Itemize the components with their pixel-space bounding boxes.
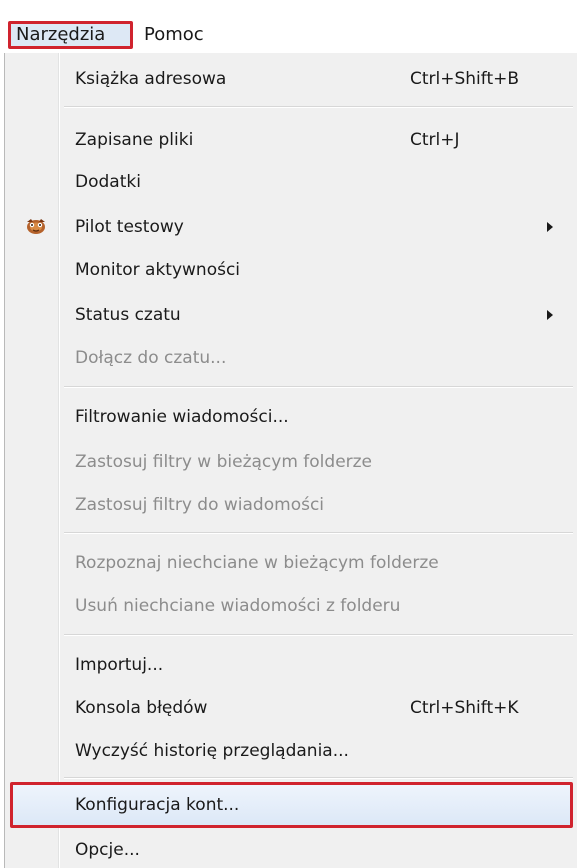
- menu-item-importuj[interactable]: Importuj...: [4, 645, 577, 685]
- menu-item-opcje[interactable]: Opcje...: [4, 830, 577, 868]
- menu-item-konfiguracja-kont[interactable]: Konfiguracja kont...: [10, 782, 573, 828]
- menu-separator: [64, 634, 573, 636]
- menu-item-rozpoznaj-niechciane: Rozpoznaj niechciane w bieżącym folderze: [4, 543, 577, 583]
- menu-separator: [64, 777, 573, 779]
- pilot-icon: [27, 219, 45, 234]
- menu-item-label: Filtrowanie wiadomości...: [75, 407, 289, 427]
- menu-item-ksiazka-adresowa[interactable]: Książka adresowa Ctrl+Shift+B: [4, 59, 577, 99]
- menu-item-shortcut: Ctrl+Shift+B: [410, 69, 520, 89]
- submenu-arrow-icon: [547, 222, 553, 232]
- menu-narzedzia[interactable]: Narzędzia: [8, 21, 133, 49]
- menu-item-label: Konsola błędów: [75, 698, 208, 718]
- menu-item-label: Status czatu: [75, 305, 181, 325]
- menu-item-status-czatu[interactable]: Status czatu: [4, 295, 577, 335]
- menu-item-dolacz-do-czatu: Dołącz do czatu...: [4, 338, 577, 378]
- menu-bar: Narzędzia Pomoc: [0, 0, 577, 54]
- menu-item-label: Zastosuj filtry do wiadomości: [75, 495, 325, 515]
- menu-item-wyczysc-historie[interactable]: Wyczyść historię przeglądania...: [4, 731, 577, 771]
- menu-pomoc[interactable]: Pomoc: [138, 21, 238, 49]
- menu-item-label: Dołącz do czatu...: [75, 348, 227, 368]
- menu-item-label: Zastosuj filtry w bieżącym folderze: [75, 452, 373, 472]
- menu-item-label: Opcje...: [75, 840, 140, 860]
- menu-item-zastosuj-filtry-wiadomosci: Zastosuj filtry do wiadomości: [4, 485, 577, 525]
- menu-item-label: Zapisane pliki: [75, 130, 194, 150]
- menu-item-label: Rozpoznaj niechciane w bieżącym folderze: [75, 553, 439, 573]
- menu-item-shortcut: Ctrl+J: [410, 130, 460, 150]
- menu-item-label: Monitor aktywności: [75, 260, 241, 280]
- menu-item-zastosuj-filtry-folder: Zastosuj filtry w bieżącym folderze: [4, 442, 577, 482]
- menu-item-label: Wyczyść historię przeglądania...: [75, 741, 349, 761]
- menu-item-label: Pilot testowy: [75, 217, 184, 237]
- menu-separator: [64, 532, 573, 534]
- menu-item-label: Dodatki: [75, 172, 141, 192]
- menu-item-monitor-aktywnosci[interactable]: Monitor aktywności: [4, 250, 577, 290]
- menu-item-usun-niechciane: Usuń niechciane wiadomości z folderu: [4, 586, 577, 626]
- menu-item-konsola-bledow[interactable]: Konsola błędów Ctrl+Shift+K: [4, 688, 577, 728]
- submenu-arrow-icon: [547, 310, 553, 320]
- menu-item-label: Usuń niechciane wiadomości z folderu: [75, 596, 401, 616]
- screen: Narzędzia Pomoc Książka adresowa Ctrl+Sh…: [0, 0, 577, 868]
- menu-item-label: Książka adresowa: [75, 69, 227, 89]
- menu-item-label: Importuj...: [75, 655, 164, 675]
- menu-item-filtrowanie-wiadomosci[interactable]: Filtrowanie wiadomości...: [4, 397, 577, 437]
- menu-item-shortcut: Ctrl+Shift+K: [410, 698, 519, 718]
- menu-item-zapisane-pliki[interactable]: Zapisane pliki Ctrl+J: [4, 120, 577, 160]
- menu-item-dodatki[interactable]: Dodatki: [4, 162, 577, 202]
- menu-separator: [64, 386, 573, 388]
- menu-separator: [64, 106, 573, 108]
- menu-item-label: Konfiguracja kont...: [75, 795, 240, 815]
- menu-item-pilot-testowy[interactable]: Pilot testowy: [4, 207, 577, 247]
